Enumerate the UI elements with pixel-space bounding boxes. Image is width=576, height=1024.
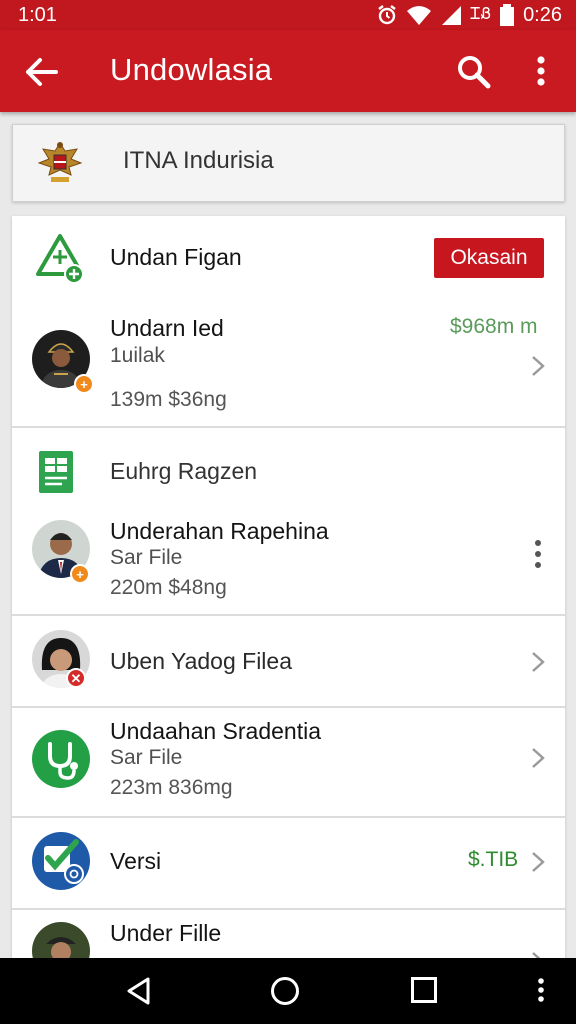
red-badge-icon: ✕: [66, 668, 86, 688]
organization-header[interactable]: ITNA Indurisia: [12, 124, 565, 202]
more-vert-icon[interactable]: [528, 52, 554, 90]
blue-checkbox-icon: [32, 832, 90, 890]
item-title: Euhrg Ragzen: [110, 458, 258, 484]
item-meta: 223m 836mg: [110, 776, 233, 799]
status-icons: ᏆᏰ 0:26: [376, 4, 562, 27]
status-time-right: 0:26: [523, 3, 562, 26]
list-item[interactable]: ✕ Uben Yadog Filea: [12, 616, 565, 706]
organization-name: ITNA Indurisia: [123, 147, 274, 174]
list-item[interactable]: Versi $.TIB: [12, 818, 565, 908]
item-title: Versi: [110, 848, 162, 874]
green-triangle-add-icon: [36, 234, 84, 284]
item-subtitle: Sar File: [110, 546, 183, 569]
system-navigation-bar: [0, 958, 576, 1024]
home-circle-icon[interactable]: [270, 976, 300, 1006]
item-price: $.TIB: [468, 848, 519, 871]
item-price: $968m m: [450, 315, 538, 338]
status-time-left: 1:01: [18, 3, 57, 26]
chevron-right-icon[interactable]: [530, 850, 546, 874]
list-item[interactable]: + Undarn Ied 1uilak 139m $36ng $968m m: [12, 300, 565, 428]
item-title: Undarn Ied: [110, 315, 224, 341]
garuda-emblem-icon: [37, 142, 83, 182]
item-title: Uben Yadog Filea: [110, 648, 293, 674]
list-item[interactable]: Undaahan Sradentia Sar File 223m 836mg: [12, 708, 565, 816]
item-title: Underahan Rapehina: [110, 518, 329, 544]
green-stethoscope-icon: [32, 730, 90, 788]
item-meta: 220m $48ng: [110, 576, 227, 599]
status-bar: 1:01 ᏆᏰ 0:26: [0, 0, 576, 30]
orange-badge-icon: +: [70, 564, 90, 584]
item-title: Undan Figan: [110, 244, 242, 270]
chevron-right-icon[interactable]: [530, 354, 546, 378]
list-item[interactable]: Undan Figan Okasain: [12, 216, 565, 300]
signal-icon: [442, 6, 462, 25]
item-title: Under Fille: [110, 920, 222, 946]
item-subtitle: 1uilak: [110, 344, 165, 367]
list-item[interactable]: + Underahan Rapehina Sar File 220m $48ng: [12, 508, 565, 616]
more-vert-icon[interactable]: [534, 976, 548, 1004]
item-title: Undaahan Sradentia: [110, 718, 321, 744]
item-subtitle: Sar File: [110, 746, 183, 769]
more-vert-icon[interactable]: [530, 538, 546, 570]
app-bar: Undowlasia: [0, 30, 576, 112]
okasain-button[interactable]: Okasain: [434, 238, 544, 278]
search-icon[interactable]: [454, 52, 492, 90]
back-arrow-icon[interactable]: [22, 52, 62, 92]
green-document-icon: [39, 451, 73, 493]
chevron-right-icon[interactable]: [530, 650, 546, 674]
file-list: Undan Figan Okasain + Undarn Ied 1uilak …: [12, 216, 565, 976]
list-item[interactable]: Euhrg Ragzen: [12, 428, 565, 508]
carrier-label: ᏆᏰ: [470, 6, 492, 23]
app-title: Undowlasia: [110, 52, 273, 87]
chevron-right-icon[interactable]: [530, 746, 546, 770]
back-triangle-icon[interactable]: [124, 976, 154, 1006]
alarm-icon: [378, 5, 396, 25]
recents-square-icon[interactable]: [410, 976, 438, 1004]
wifi-icon: [407, 6, 432, 25]
orange-badge-icon: +: [74, 374, 94, 394]
item-meta: 139m $36ng: [110, 388, 227, 411]
battery-icon: [500, 4, 515, 26]
